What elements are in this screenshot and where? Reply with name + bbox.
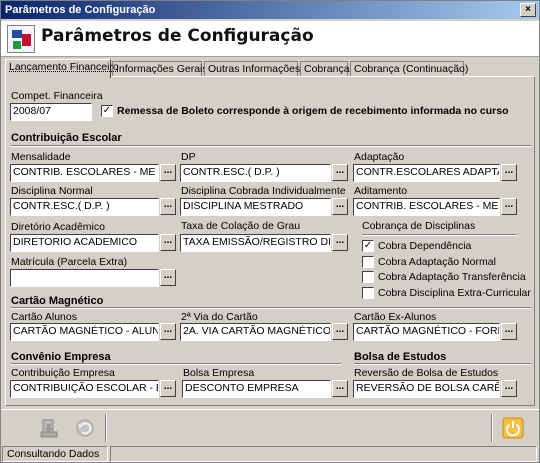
adaptacao-lookup-button[interactable]: ... (501, 164, 517, 181)
segunda-via-field[interactable]: 2A. VIA CARTÃO MAGNÉTICO (180, 323, 331, 341)
divider (11, 363, 341, 365)
cobra-disciplina-extra-checkbox[interactable] (362, 287, 374, 299)
save-icon (40, 419, 58, 438)
section-convenio-empresa: Convênio Empresa (11, 351, 111, 363)
remessa-checkbox[interactable]: ✓ (101, 105, 113, 117)
diretorio-label: Diretório Acadêmico (11, 221, 105, 233)
section-contribuicao-escolar: Contribuição Escolar (11, 132, 122, 144)
cobra-adaptacao-normal-checkbox[interactable] (362, 256, 374, 268)
bolsa-empresa-lookup-button[interactable]: ... (332, 380, 348, 397)
exit-power-icon (502, 417, 524, 439)
cartao-alunos-lookup-button[interactable]: ... (160, 323, 176, 340)
window-title: Parâmetros de Configuração (5, 4, 156, 16)
header-banner: Parâmetros de Configuração (1, 21, 539, 57)
app-logo-icon (7, 25, 35, 53)
colacao-label: Taxa de Colação de Grau (181, 220, 301, 232)
close-button[interactable]: × (520, 3, 536, 17)
close-icon: × (525, 4, 531, 15)
dp-label: DP (181, 151, 196, 163)
contribuicao-empresa-field[interactable]: CONTRIBUIÇÃO ESCOLAR - EMPRI (10, 380, 159, 398)
disciplina-normal-field[interactable]: CONTR.ESC.( D.P. ) (10, 198, 159, 216)
aditamento-field[interactable]: CONTRIB. ESCOLARES - ME (353, 198, 500, 216)
adaptacao-field[interactable]: CONTR.ESCOLARES ADAPTAÇÃO (353, 164, 500, 182)
status-bar: Consultando Dados (1, 445, 539, 463)
divider (362, 234, 517, 236)
divider (11, 145, 531, 147)
diretorio-lookup-button[interactable]: ... (160, 234, 176, 251)
cobra-adaptacao-normal-label: Cobra Adaptação Normal (378, 256, 496, 268)
compet-label: Compet. Financeira (11, 90, 103, 102)
title-bar: Parâmetros de Configuração × (1, 1, 539, 19)
matricula-lookup-button[interactable]: ... (160, 269, 176, 286)
disciplina-cobrada-lookup-button[interactable]: ... (332, 198, 348, 215)
undo-icon (76, 419, 94, 437)
tab-cobranca[interactable]: Cobrança (300, 61, 350, 77)
mensalidade-field[interactable]: CONTRIB. ESCOLARES - ME (10, 164, 159, 182)
disciplina-normal-label: Disciplina Normal (11, 185, 93, 197)
compet-financeira-field[interactable]: 2008/07 (10, 103, 92, 121)
matricula-label: Matrícula (Parcela Extra) (11, 256, 128, 268)
reversao-field[interactable]: REVERSÃO DE BOLSA CARÊNCIA (353, 380, 500, 398)
bolsa-empresa-field[interactable]: DESCONTO EMPRESA (182, 380, 331, 398)
page-title: Parâmetros de Configuração (41, 26, 314, 46)
disciplina-cobrada-label: Disciplina Cobrada Individualmente (181, 185, 346, 197)
save-button[interactable] (35, 414, 63, 442)
aditamento-lookup-button[interactable]: ... (501, 198, 517, 215)
main-window: Parâmetros de Configuração × Parâmetros … (0, 0, 540, 463)
bottom-toolbar (1, 409, 539, 445)
dp-lookup-button[interactable]: ... (332, 164, 348, 181)
matricula-field[interactable] (10, 269, 159, 287)
colacao-field[interactable]: TAXA EMISSÃO/REGISTRO DIPLOM (180, 234, 331, 252)
toolbar-separator (491, 414, 493, 442)
exit-button[interactable] (499, 414, 527, 442)
bolsa-empresa-label: Bolsa Empresa (183, 367, 255, 379)
status-panel (110, 446, 537, 462)
undo-button[interactable] (71, 414, 99, 442)
reversao-lookup-button[interactable]: ... (501, 380, 517, 397)
divider (354, 363, 531, 365)
cobra-adaptacao-transferencia-checkbox[interactable] (362, 271, 374, 283)
tab-lancamento-financeiro[interactable]: Lançamento Financeiro (5, 59, 119, 78)
diretorio-field[interactable]: DIRETORIO ACADEMICO (10, 234, 159, 252)
cobra-dependencia-label: Cobra Dependência (378, 240, 472, 252)
divider (11, 307, 531, 309)
cobra-adaptacao-transferencia-label: Cobra Adaptação Transferência (378, 271, 526, 283)
adaptacao-label: Adaptação (354, 151, 405, 163)
tab-informacoes-gerais[interactable]: Informações Gerais (112, 61, 208, 77)
tab-outras-informacoes[interactable]: Outras Informações (204, 61, 300, 77)
cartao-ex-alunos-lookup-button[interactable]: ... (501, 323, 517, 340)
colacao-lookup-button[interactable]: ... (332, 234, 348, 251)
cobra-disciplina-extra-label: Cobra Disciplina Extra-Curricular (378, 287, 531, 299)
remessa-label: Remessa de Boleto corresponde à origem d… (117, 105, 509, 117)
section-cartao-magnetico: Cartão Magnético (11, 295, 104, 307)
cartao-ex-alunos-field[interactable]: CARTÃO MAGNÉTICO - FORMADO (353, 323, 500, 341)
mensalidade-label: Mensalidade (11, 151, 71, 163)
mensalidade-lookup-button[interactable]: ... (160, 164, 176, 181)
tab-cobranca-continuacao[interactable]: Cobrança (Continuação) (350, 61, 468, 77)
disciplina-cobrada-field[interactable]: DISCIPLINA MESTRADO (180, 198, 331, 216)
cartao-ex-alunos-label: Cartão Ex-Alunos (354, 311, 437, 323)
segunda-via-lookup-button[interactable]: ... (332, 323, 348, 340)
status-text: Consultando Dados (2, 446, 108, 462)
aditamento-label: Aditamento (354, 185, 408, 197)
disciplina-normal-lookup-button[interactable]: ... (160, 198, 176, 215)
dp-field[interactable]: CONTR.ESC.( D.P. ) (180, 164, 331, 182)
section-bolsa-estudos: Bolsa de Estudos (354, 351, 447, 363)
cobranca-disciplinas-title: Cobrança de Disciplinas (362, 220, 476, 232)
contribuicao-empresa-lookup-button[interactable]: ... (160, 380, 176, 397)
contribuicao-empresa-label: Contribuição Empresa (11, 367, 115, 379)
cartao-alunos-label: Cartão Alunos (11, 311, 77, 323)
reversao-label: Reversão de Bolsa de Estudos (354, 367, 499, 379)
segunda-via-label: 2ª Via do Cartão (181, 311, 258, 323)
toolbar-separator (105, 414, 107, 442)
cartao-alunos-field[interactable]: CARTÃO MAGNÉTICO - ALUNOS (10, 323, 159, 341)
cobra-dependencia-checkbox[interactable]: ✓ (362, 240, 374, 252)
